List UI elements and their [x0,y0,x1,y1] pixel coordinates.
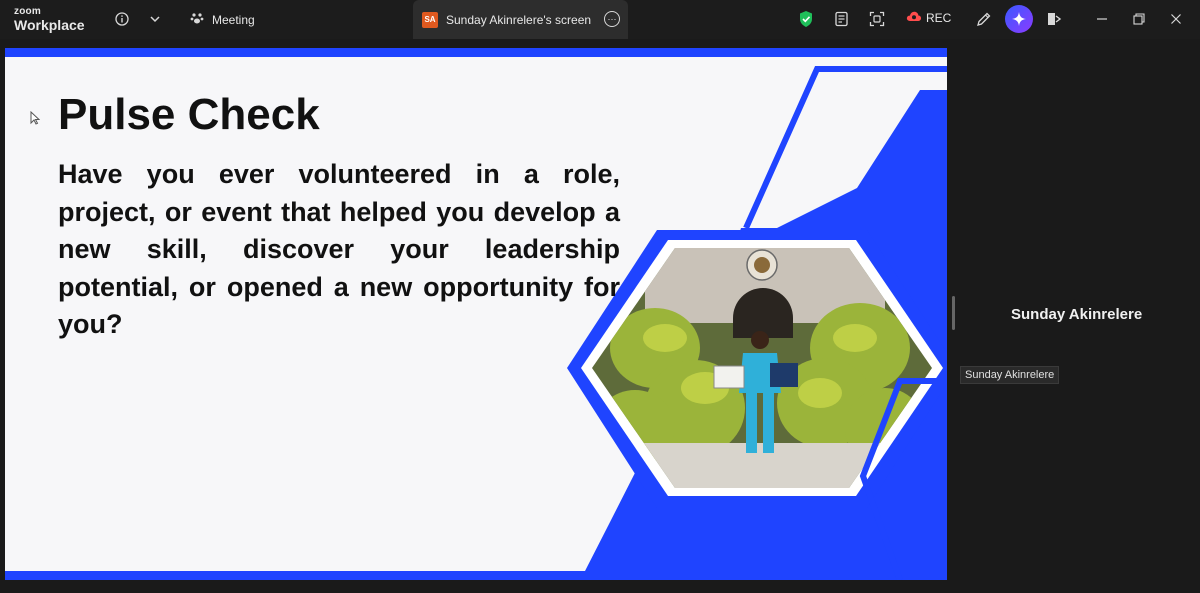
rec-label: REC [926,10,952,25]
restore-icon[interactable] [1128,8,1150,30]
top-accent-bar [5,48,947,57]
tab-meeting-label: Meeting [212,12,255,27]
paw-icon [190,11,204,28]
bottom-toolbar [0,580,1200,593]
tab-shared-screen-label: Sunday Akinrelere's screen [446,12,592,27]
participant-name: Sunday Akinrelere [1011,306,1143,323]
logo-small-text: zoom [14,6,41,17]
frame-icon[interactable] [866,8,888,30]
tab-meeting[interactable]: Meeting [190,0,255,39]
mouse-cursor-icon [30,110,41,128]
leave-icon[interactable] [1043,8,1065,30]
zoom-workplace-logo: zoom Workplace [14,6,85,33]
close-icon[interactable] [1165,8,1187,30]
logo-big-text: Workplace [14,17,85,33]
slide-body-text: Have you ever volunteered in a role, pro… [58,159,620,339]
tab-shared-screen[interactable]: SA Sunday Akinrelere's screen ··· [413,0,628,39]
more-icon[interactable]: ··· [604,11,620,27]
share-badge: SA [422,11,438,28]
bottom-accent-bar [5,571,947,580]
record-button[interactable]: REC [906,10,951,25]
info-icon[interactable] [111,8,133,30]
slide-title: Pulse Check [58,90,320,139]
panel-resize-handle[interactable] [952,296,955,330]
annotate-icon[interactable] [973,8,995,30]
ai-companion-icon[interactable] [1005,5,1033,33]
notes-icon[interactable] [831,8,853,30]
shared-screen-slide: Pulse Check Have you ever volunteered in… [5,48,947,580]
chevron-down-icon[interactable] [144,8,166,30]
title-bar: zoom Workplace Meeting SA Sunday Akinrel… [0,0,1200,39]
cloud-rec-icon [906,10,922,25]
participant-name-tag: Sunday Akinrelere [960,366,1060,384]
minimize-icon[interactable] [1091,8,1113,30]
shield-icon[interactable] [795,8,817,30]
